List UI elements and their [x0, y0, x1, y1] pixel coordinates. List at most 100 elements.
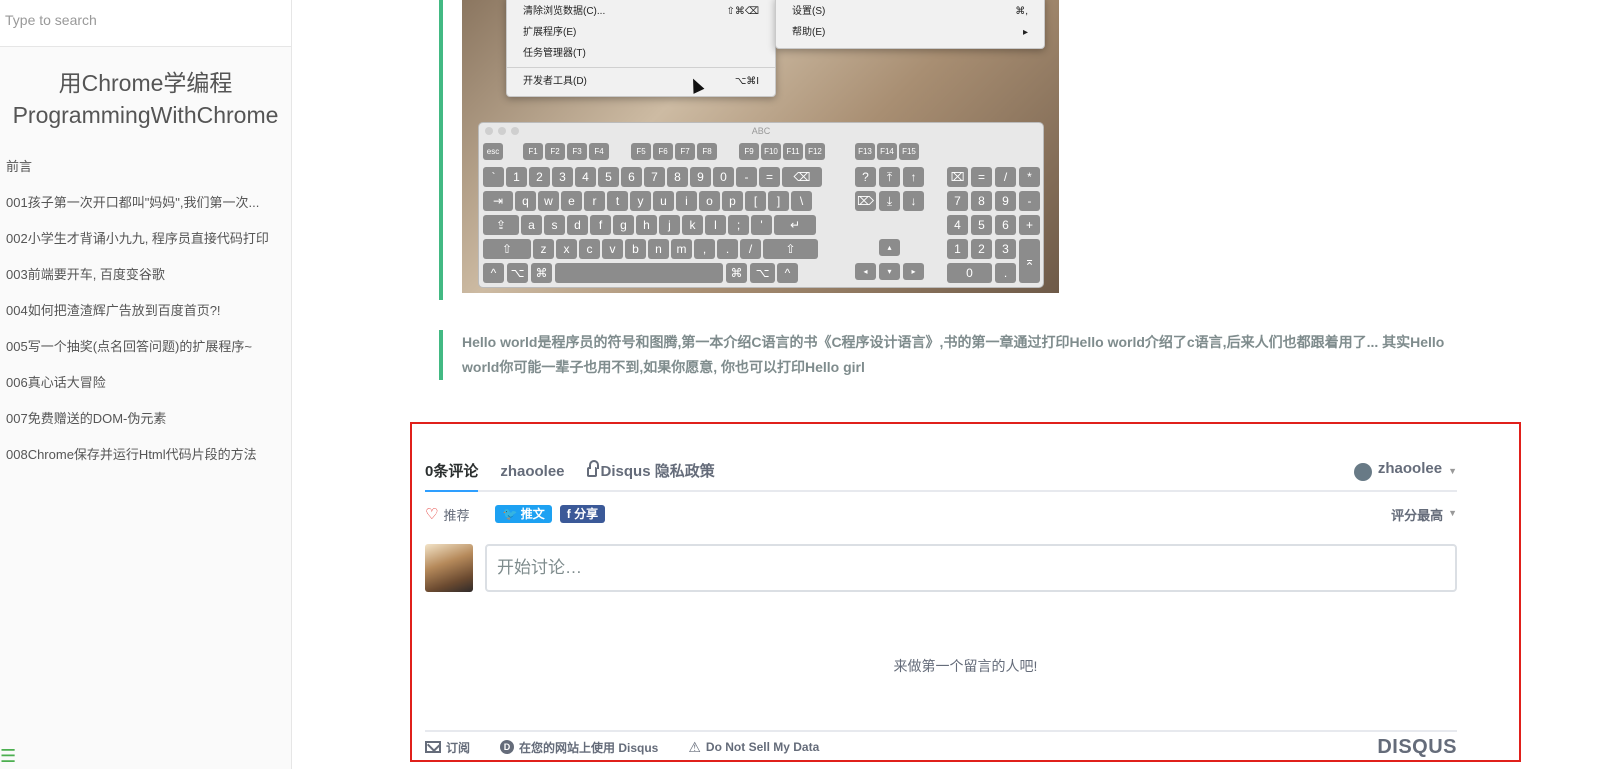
keyboard-key: F5: [631, 143, 651, 160]
keyboard-key: 9: [690, 167, 711, 187]
menu-item-extensions: 扩展程序(E): [523, 27, 577, 38]
tab-privacy-policy[interactable]: Disqus 隐私政策: [586, 460, 715, 492]
toc-item[interactable]: 002小学生才背诵小九九, 程序员直接代码打印: [0, 221, 290, 257]
toc-list: 前言 001孩子第一次开口都叫"妈妈",我们第一次... 002小学生才背诵小九…: [0, 149, 291, 473]
menu-item-settings: 设置(S) ⌘,: [792, 6, 1028, 17]
toc-item[interactable]: 008Chrome保存并运行Html代码片段的方法: [0, 437, 290, 473]
keyboard-title: ABC: [479, 123, 1043, 139]
menu-toggle-icon[interactable]: ☰: [0, 746, 16, 767]
toc-item[interactable]: 003前端要开车, 百度变谷歌: [0, 257, 290, 293]
keyboard-key: 3: [995, 239, 1016, 259]
keyboard-key: 5: [971, 215, 992, 235]
keyboard-key: ◂: [855, 263, 876, 280]
toc-item[interactable]: 007免费赠送的DOM-伪元素: [0, 401, 290, 437]
search-input[interactable]: Type to search: [0, 0, 291, 47]
add-disqus-link[interactable]: D 在您的网站上使用 Disqus: [500, 739, 658, 756]
keyboard-key: 6: [621, 167, 642, 187]
keyboard-key: 9: [995, 191, 1016, 211]
keyboard-key: ⌥: [750, 263, 775, 283]
do-not-sell-link[interactable]: ⚠ Do Not Sell My Data: [688, 739, 819, 756]
keyboard-key: ⌦: [855, 191, 876, 211]
toc-item[interactable]: 001孩子第一次开口都叫"妈妈",我们第一次...: [0, 185, 290, 221]
keyboard-key: F10: [761, 143, 781, 160]
keyboard-key: ↓: [903, 191, 924, 211]
keyboard-key: g: [613, 215, 634, 235]
keyboard-key: k: [682, 215, 703, 235]
tab-community[interactable]: zhaoolee: [500, 460, 564, 492]
keyboard-key: ⇧: [763, 239, 818, 259]
menu-item-task-manager: 任务管理器(T): [523, 48, 586, 59]
book-title-line1: 用Chrome学编程: [58, 70, 233, 96]
keyboard-key: ↵: [774, 215, 816, 235]
keyboard-key: ⌘: [726, 263, 747, 283]
keyboard-key: p: [722, 191, 743, 211]
keyboard-key: F13: [855, 143, 875, 160]
keyboard-key: F6: [653, 143, 673, 160]
empty-comments-message: 来做第一个留言的人吧!: [893, 658, 1038, 674]
user-name: zhaoolee: [1377, 460, 1443, 477]
facebook-share-button[interactable]: f 分享: [559, 505, 606, 523]
caret-down-icon: ▼: [1448, 507, 1457, 518]
chrome-menu-right: 设置(S) ⌘, 帮助(E) ▸: [775, 0, 1045, 49]
keyboard-key: ▸: [903, 263, 924, 280]
disqus-d-icon: D: [500, 740, 515, 754]
blockquote-border: [439, 0, 443, 300]
comment-input[interactable]: 开始讨论…: [485, 544, 1457, 592]
keyboard-key: 2: [529, 167, 550, 187]
disqus-logo[interactable]: DISQUS: [1377, 736, 1457, 759]
keyboard-key: b: [625, 239, 646, 259]
keyboard-key: f: [590, 215, 611, 235]
keyboard-key: u: [653, 191, 674, 211]
note-text: Hello world是程序员的符号和图腾,第一本介绍C语言的书《C程序设计语言…: [462, 334, 1445, 375]
disqus-tabs: 0条评论 zhaoolee Disqus 隐私政策 zhaoolee ▼: [425, 460, 1457, 492]
user-menu[interactable]: zhaoolee ▼: [1353, 460, 1457, 490]
recommend-button[interactable]: ♡ 推荐: [425, 505, 469, 524]
keyboard-key: +: [1019, 215, 1040, 235]
keyboard-key: ⌫: [782, 167, 822, 187]
keyboard-key: 4: [947, 215, 968, 235]
keyboard-key: 8: [667, 167, 688, 187]
toc-item[interactable]: 005写一个抽奖(点名回答问题)的扩展程序~: [0, 329, 290, 365]
keyboard-key: x: [556, 239, 577, 259]
keyboard-key: i: [676, 191, 697, 211]
sidebar: Type to search 用Chrome学编程 ProgrammingWit…: [0, 0, 292, 769]
keyboard-key: ?: [855, 167, 876, 187]
keyboard-key: v: [602, 239, 623, 259]
keyboard-key: ^: [483, 263, 504, 283]
keyboard-key: ,: [694, 239, 715, 259]
mail-icon: [425, 741, 441, 753]
keyboard-key: ⤓: [879, 191, 900, 211]
keyboard-key: F15: [899, 143, 919, 160]
toc-item[interactable]: 前言: [0, 149, 290, 185]
keyboard-key: ▴: [879, 239, 900, 256]
keyboard-key: ⤒: [879, 167, 900, 187]
keyboard-key: /: [740, 239, 761, 259]
keyboard-key: 1: [506, 167, 527, 187]
disqus-comments: 0条评论 zhaoolee Disqus 隐私政策 zhaoolee ▼ ♡ 推…: [410, 422, 1521, 762]
toc-item[interactable]: 006真心话大冒险: [0, 365, 290, 401]
keyboard-key: 1: [947, 239, 968, 259]
keyboard-key: r: [584, 191, 605, 211]
toc-item[interactable]: 004如何把渣渣辉广告放到百度首页?!: [0, 293, 290, 329]
keyboard-key: c: [579, 239, 600, 259]
tweet-button[interactable]: 🐦 推文: [495, 505, 552, 523]
keyboard-key: n: [648, 239, 669, 259]
keyboard-key: F7: [675, 143, 695, 160]
window-controls: [485, 127, 519, 135]
keyboard-key: \: [791, 191, 812, 211]
sort-dropdown[interactable]: 评分最高 ▼: [1391, 505, 1457, 524]
lock-icon: [586, 460, 599, 477]
disqus-actions: ♡ 推荐 🐦 推文 f 分享 评分最高 ▼: [425, 504, 1457, 524]
keyboard-key: ;: [728, 215, 749, 235]
subscribe-link[interactable]: 订阅: [425, 739, 470, 756]
keyboard-key: e: [561, 191, 582, 211]
keyboard-key: ^: [777, 263, 798, 283]
keyboard-key: ⌥: [507, 263, 528, 283]
main-content: 清除浏览数据(C)... ⇧⌘⌫ 扩展程序(E) 任务管理器(T) 开发者工具(D…: [292, 0, 1601, 769]
keyboard-viewer: ABC esc F1 F2 F3 F4 F5 F6 F7 F8 F9 F10 F11 F12 F13 F14…: [478, 122, 1044, 288]
tab-comments-count[interactable]: 0条评论: [425, 460, 479, 492]
keyboard-key: ': [751, 215, 772, 235]
keyboard-key: 0: [947, 263, 992, 283]
keyboard-key: s: [544, 215, 565, 235]
keyboard-key: 4: [575, 167, 596, 187]
